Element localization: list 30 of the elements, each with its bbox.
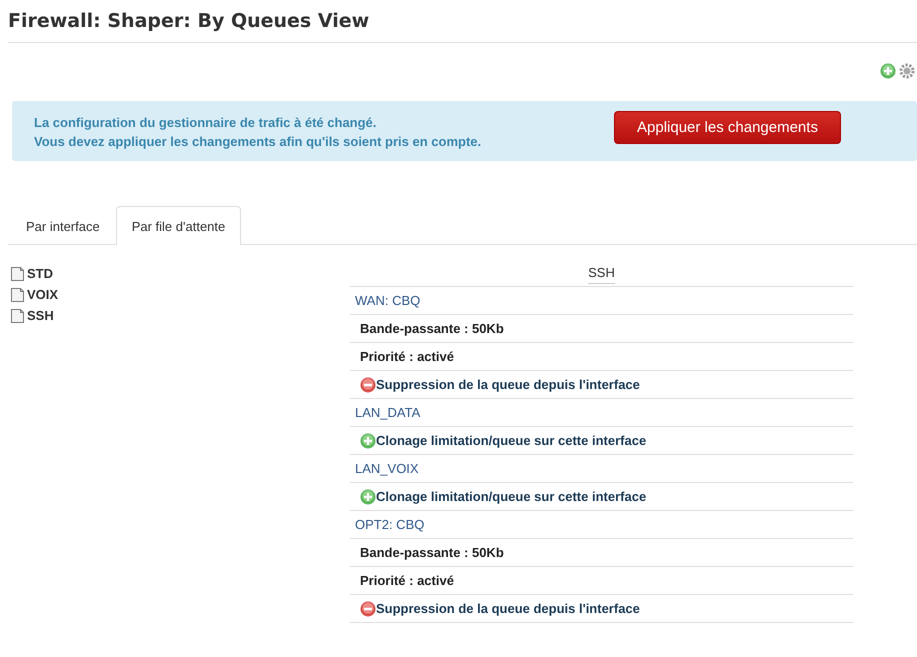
queue-property: Bande-passante : 50Kb — [360, 321, 504, 336]
remove-queue-link[interactable]: Suppression de la queue depuis l'interface — [376, 377, 640, 392]
remove-icon — [360, 376, 376, 392]
file-icon — [10, 308, 25, 324]
interface-label: WAN: CBQ — [355, 293, 420, 308]
apply-button[interactable]: Appliquer les changements — [614, 110, 841, 144]
queue-title: SSH — [588, 265, 615, 284]
tab[interactable]: Par file d'attente — [116, 206, 242, 245]
add-icon — [360, 488, 376, 504]
file-icon — [10, 286, 25, 302]
clone-queue-link[interactable]: Clonage limitation/queue sur cette interface — [376, 433, 646, 448]
remove-queue-link[interactable]: Suppression de la queue depuis l'interface — [376, 601, 640, 616]
interface-label: LAN_DATA — [355, 405, 420, 420]
file-icon — [10, 266, 25, 282]
tree-item[interactable]: SSH — [27, 305, 54, 326]
tree-item[interactable]: VOIX — [27, 284, 58, 305]
add-icon — [360, 432, 376, 448]
add-icon[interactable] — [880, 63, 896, 79]
gear-icon[interactable] — [899, 63, 915, 79]
queue-property: Priorité : activé — [360, 349, 454, 364]
tree-item[interactable]: STD — [27, 263, 53, 284]
interface-label: LAN_VOIX — [355, 461, 419, 476]
tab[interactable]: Par interface — [10, 206, 116, 245]
queue-property: Bande-passante : 50Kb — [360, 545, 504, 560]
clone-queue-link[interactable]: Clonage limitation/queue sur cette interface — [376, 489, 646, 504]
page-title: Firewall: Shaper: By Queues View — [8, 8, 917, 43]
queue-property: Priorité : activé — [360, 573, 454, 588]
remove-icon — [360, 600, 376, 616]
alert-message: La configuration du gestionnaire de trafic à été changé. Vous devez appliquer les changements afin qu'ils soient pris en compte. — [34, 114, 482, 151]
interface-label: OPT2: CBQ — [355, 517, 424, 532]
